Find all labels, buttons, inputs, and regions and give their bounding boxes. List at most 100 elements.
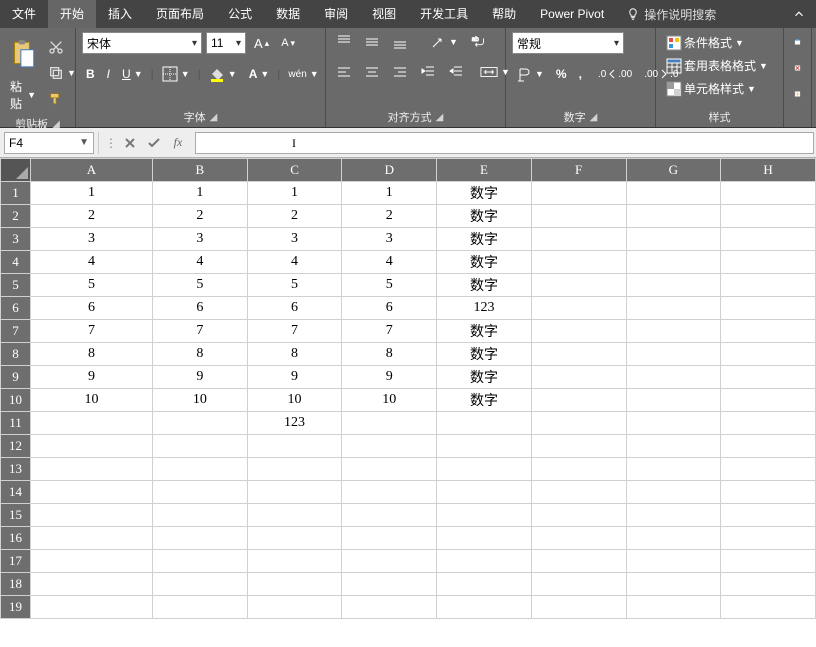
font-size-combo[interactable]: 11▾ bbox=[206, 32, 246, 54]
tab-power-pivot[interactable]: Power Pivot bbox=[528, 0, 616, 28]
cell[interactable] bbox=[437, 596, 532, 619]
row-header[interactable]: 15 bbox=[1, 504, 31, 527]
cell[interactable] bbox=[437, 435, 532, 458]
cell[interactable] bbox=[31, 596, 153, 619]
cell[interactable] bbox=[626, 458, 721, 481]
cell[interactable]: 6 bbox=[31, 297, 153, 320]
decrease-font-button[interactable]: A▾ bbox=[277, 35, 299, 51]
cell[interactable] bbox=[721, 527, 816, 550]
cell[interactable]: 数字 bbox=[437, 343, 532, 366]
row-header[interactable]: 5 bbox=[1, 274, 31, 297]
cell[interactable] bbox=[721, 320, 816, 343]
row-header[interactable]: 8 bbox=[1, 343, 31, 366]
paste-label[interactable]: 粘贴▼ bbox=[6, 76, 40, 114]
cell[interactable] bbox=[247, 527, 342, 550]
align-top-button[interactable] bbox=[332, 32, 356, 52]
cell[interactable]: 3 bbox=[247, 228, 342, 251]
cell[interactable] bbox=[31, 550, 153, 573]
cell[interactable] bbox=[626, 596, 721, 619]
cell[interactable]: 4 bbox=[31, 251, 153, 274]
cell[interactable]: 9 bbox=[342, 366, 437, 389]
cell[interactable] bbox=[626, 481, 721, 504]
tell-me-search[interactable]: 操作说明搜索 bbox=[626, 6, 716, 23]
cell[interactable] bbox=[342, 481, 437, 504]
cell[interactable] bbox=[437, 573, 532, 596]
name-box[interactable]: F4▼ bbox=[4, 132, 94, 154]
align-bottom-button[interactable] bbox=[388, 32, 412, 52]
cell[interactable]: 数字 bbox=[437, 182, 532, 205]
cancel-formula-button[interactable] bbox=[119, 133, 141, 153]
worksheet-grid[interactable]: A B C D E F G H 11111数字22222数字33333数字444… bbox=[0, 158, 816, 619]
row-header[interactable]: 14 bbox=[1, 481, 31, 504]
tab-view[interactable]: 视图 bbox=[360, 0, 408, 28]
cell[interactable] bbox=[721, 228, 816, 251]
format-cells-button[interactable] bbox=[790, 84, 805, 104]
font-color-button[interactable]: A▼ bbox=[245, 65, 274, 83]
cell[interactable] bbox=[721, 504, 816, 527]
cell[interactable]: 4 bbox=[247, 251, 342, 274]
cell[interactable] bbox=[531, 343, 626, 366]
select-all-corner[interactable] bbox=[1, 159, 31, 182]
cell[interactable] bbox=[531, 550, 626, 573]
cell[interactable] bbox=[153, 458, 248, 481]
font-name-combo[interactable]: 宋体▾ bbox=[82, 32, 202, 54]
cell[interactable]: 8 bbox=[31, 343, 153, 366]
col-header-D[interactable]: D bbox=[342, 159, 437, 182]
cell[interactable] bbox=[247, 573, 342, 596]
cell[interactable]: 7 bbox=[247, 320, 342, 343]
tab-help[interactable]: 帮助 bbox=[480, 0, 528, 28]
cell[interactable] bbox=[626, 573, 721, 596]
cell-styles-button[interactable]: 单元格样式▼ bbox=[662, 78, 777, 99]
cell[interactable] bbox=[153, 504, 248, 527]
cell[interactable]: 6 bbox=[247, 297, 342, 320]
row-header[interactable]: 18 bbox=[1, 573, 31, 596]
cell[interactable] bbox=[31, 435, 153, 458]
row-header[interactable]: 4 bbox=[1, 251, 31, 274]
tab-developer[interactable]: 开发工具 bbox=[408, 0, 480, 28]
row-header[interactable]: 16 bbox=[1, 527, 31, 550]
cell[interactable] bbox=[531, 481, 626, 504]
cell[interactable] bbox=[721, 366, 816, 389]
tab-formulas[interactable]: 公式 bbox=[216, 0, 264, 28]
increase-font-button[interactable]: A▴ bbox=[250, 34, 273, 53]
cell[interactable] bbox=[721, 435, 816, 458]
underline-button[interactable]: U▼ bbox=[118, 65, 147, 83]
cell[interactable] bbox=[721, 596, 816, 619]
number-launcher[interactable]: ◢ bbox=[590, 112, 598, 123]
cell[interactable] bbox=[531, 527, 626, 550]
formula-input[interactable]: I bbox=[195, 132, 814, 154]
cell[interactable] bbox=[247, 458, 342, 481]
copy-button[interactable]: ▼ bbox=[44, 63, 80, 83]
cell[interactable] bbox=[626, 343, 721, 366]
row-header[interactable]: 6 bbox=[1, 297, 31, 320]
cell[interactable]: 8 bbox=[153, 343, 248, 366]
cell[interactable] bbox=[531, 320, 626, 343]
cell[interactable] bbox=[342, 596, 437, 619]
cell[interactable]: 6 bbox=[153, 297, 248, 320]
cell[interactable]: 5 bbox=[247, 274, 342, 297]
tab-insert[interactable]: 插入 bbox=[96, 0, 144, 28]
cell[interactable] bbox=[531, 366, 626, 389]
cell[interactable] bbox=[31, 458, 153, 481]
row-header[interactable]: 19 bbox=[1, 596, 31, 619]
format-as-table-button[interactable]: 套用表格格式▼ bbox=[662, 55, 777, 76]
row-header[interactable]: 17 bbox=[1, 550, 31, 573]
accounting-format-button[interactable]: ▼ bbox=[512, 64, 548, 84]
cell[interactable] bbox=[153, 527, 248, 550]
cell[interactable]: 数字 bbox=[437, 366, 532, 389]
percent-button[interactable]: % bbox=[552, 65, 571, 83]
cell[interactable]: 数字 bbox=[437, 320, 532, 343]
cell[interactable]: 数字 bbox=[437, 251, 532, 274]
cell[interactable] bbox=[626, 251, 721, 274]
cell[interactable]: 1 bbox=[342, 182, 437, 205]
cell[interactable] bbox=[721, 274, 816, 297]
row-header[interactable]: 3 bbox=[1, 228, 31, 251]
align-left-button[interactable] bbox=[332, 62, 356, 82]
enter-formula-button[interactable] bbox=[143, 133, 165, 153]
cell[interactable]: 1 bbox=[247, 182, 342, 205]
cell[interactable]: 2 bbox=[342, 205, 437, 228]
cell[interactable]: 1 bbox=[31, 182, 153, 205]
cell[interactable] bbox=[531, 596, 626, 619]
cut-button[interactable] bbox=[44, 37, 80, 57]
tab-data[interactable]: 数据 bbox=[264, 0, 312, 28]
